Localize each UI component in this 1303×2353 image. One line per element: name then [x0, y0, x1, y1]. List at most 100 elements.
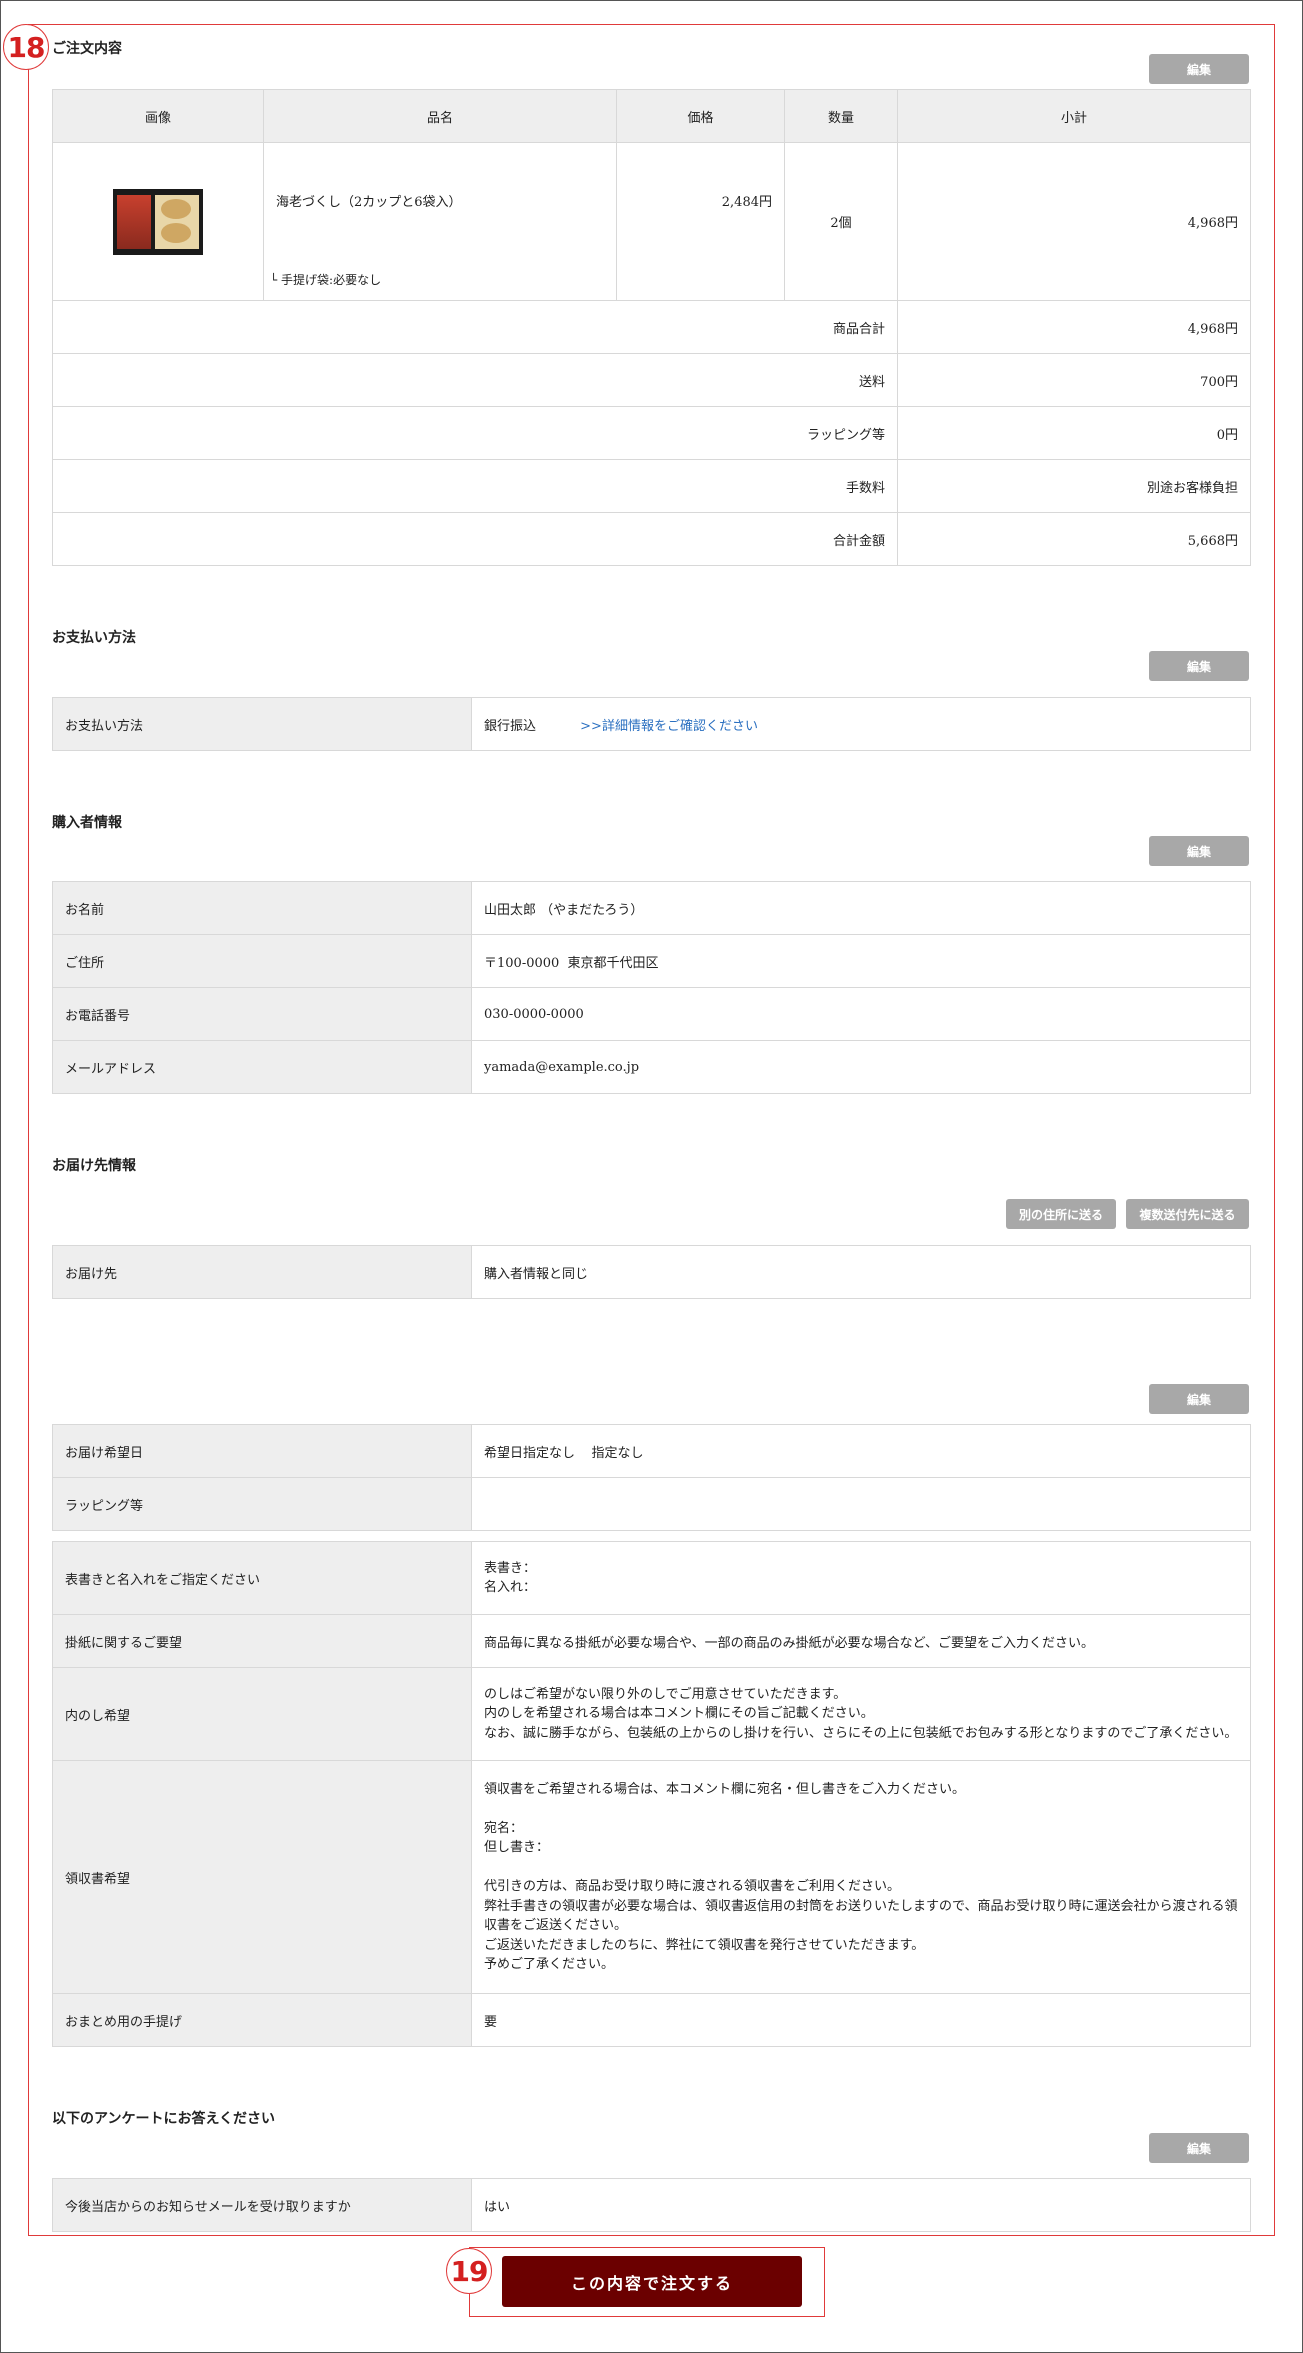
product-price: 2,484円	[616, 142, 785, 301]
product-option: └ 手提げ袋:必要なし	[270, 273, 382, 287]
receipt-line: 弊社手書きの領収書が必要な場合は、領収書返信用の封筒をお送りいたしますので、商品…	[484, 1898, 1238, 1914]
grand-total-value: 5,668円	[897, 512, 1251, 566]
receipt-line: 収書をご返送ください。	[484, 1918, 628, 1933]
col-name: 品名	[263, 89, 617, 143]
receipt-line: 宛名：	[484, 1820, 524, 1836]
buyer-section-title: 購入者情報	[52, 815, 122, 831]
buyer-email-value: yamada@example.co.jp	[471, 1040, 1251, 1094]
wrapping-label: ラッピング等	[52, 406, 898, 460]
payment-edit-button[interactable]: 編集	[1149, 651, 1249, 681]
shipping-value: 700円	[897, 353, 1251, 407]
other-address-button[interactable]: 別の住所に送る	[1006, 1199, 1116, 1229]
table-row: 表書きと名入れをご指定ください 表書き： 名入れ：	[52, 1541, 1251, 1615]
receipt-line: 代引きの方は、商品お受け取り時に渡される領収書をご利用ください。	[484, 1879, 901, 1894]
receipt-line: 領収書をご希望される場合は、本コメント欄に宛名・但し書きをご入力ください。	[484, 1781, 966, 1797]
table-row: お届け希望日 希望日指定なし 指定なし	[52, 1424, 1251, 1478]
buyer-address-label: ご住所	[52, 934, 472, 988]
wrapping-value: 0円	[897, 406, 1251, 460]
fee-value: 別途お客様負担	[897, 459, 1251, 513]
product-name-cell: 海老づくし（2カップと6袋入） └ 手提げ袋:必要なし	[263, 142, 617, 301]
uchinoshi-line: のしはご希望がない限り外のしでご用意させていただきます。	[484, 1686, 847, 1702]
options-edit-button[interactable]: 編集	[1149, 1384, 1249, 1414]
table-row: 送料 700円	[52, 353, 1251, 407]
order-table: 画像 品名 価格 数量 小計 海老づくし（2カップと6袋入） └ 手提げ袋:必要…	[52, 89, 1251, 566]
uchinoshi-line: 内のしを希望される場合は本コメント欄にその旨ご記載ください。	[484, 1706, 874, 1722]
naire-line: 名入れ：	[484, 1580, 537, 1595]
fee-label: 手数料	[52, 459, 898, 513]
delivery-label: お届け先	[52, 1245, 472, 1299]
table-row: メールアドレス yamada@example.co.jp	[52, 1040, 1251, 1094]
buyer-table: お名前 山田太郎 （やまだたろう） ご住所 〒100-0000 東京都千代田区 …	[52, 881, 1251, 1094]
comment-options-table: 表書きと名入れをご指定ください 表書き： 名入れ： 掛紙に関するご要望 商品毎に…	[52, 1541, 1251, 2047]
delivery-table: お届け先 購入者情報と同じ	[52, 1245, 1251, 1299]
table-row: お届け先 購入者情報と同じ	[52, 1245, 1251, 1299]
receipt-label: 領収書希望	[52, 1760, 472, 1994]
survey-question: 今後当店からのお知らせメールを受け取りますか	[52, 2178, 472, 2232]
survey-section-title: 以下のアンケートにお答えください	[52, 2111, 276, 2127]
table-row: おまとめ用の手提げ 要	[52, 1993, 1251, 2047]
table-row: 領収書希望 領収書をご希望される場合は、本コメント欄に宛名・但し書きをご入力くだ…	[52, 1760, 1251, 1994]
kakegami-label: 掛紙に関するご要望	[52, 1614, 472, 1668]
payment-value-cell: 銀行振込 >>詳細情報をご確認ください	[471, 697, 1251, 751]
grand-total-label: 合計金額	[52, 512, 898, 566]
total-label: 商品合計	[52, 300, 898, 354]
buyer-address-value: 〒100-0000 東京都千代田区	[471, 934, 1251, 988]
payment-details-link[interactable]: >>詳細情報をご確認ください	[580, 719, 758, 734]
col-image: 画像	[52, 89, 264, 143]
table-row: 海老づくし（2カップと6袋入） └ 手提げ袋:必要なし 2,484円 2個 4,…	[52, 142, 1251, 301]
col-qty: 数量	[784, 89, 898, 143]
multi-address-button[interactable]: 複数送付先に送る	[1126, 1199, 1249, 1229]
order-table-header: 画像 品名 価格 数量 小計	[52, 89, 1251, 143]
total-value: 4,968円	[897, 300, 1251, 354]
delivery-value: 購入者情報と同じ	[471, 1245, 1251, 1299]
table-row: 手数料 別途お客様負担	[52, 459, 1251, 513]
receipt-line: 但し書き：	[484, 1840, 550, 1855]
delivery-section-title: お届け先情報	[52, 1158, 136, 1174]
col-price: 価格	[616, 89, 785, 143]
noshi-name-label: 表書きと名入れをご指定ください	[52, 1541, 472, 1615]
uchinoshi-line: なお、誠に勝手ながら、包装紙の上からのし掛けを行い、さらにその上に包装紙でお包み…	[484, 1725, 1238, 1741]
noshi-name-value: 表書き： 名入れ：	[471, 1541, 1251, 1615]
product-image[interactable]	[113, 188, 203, 255]
delivery-date-label: お届け希望日	[52, 1424, 472, 1478]
table-row: ラッピング等 0円	[52, 406, 1251, 460]
product-qty: 2個	[784, 142, 898, 301]
buyer-phone-value: 030-0000-0000	[471, 987, 1251, 1041]
table-row: 合計金額 5,668円	[52, 512, 1251, 566]
payment-section-title: お支払い方法	[52, 630, 136, 646]
table-row: 掛紙に関するご要望 商品毎に異なる掛紙が必要な場合や、一部の商品のみ掛紙が必要な…	[52, 1614, 1251, 1668]
order-edit-button[interactable]: 編集	[1149, 54, 1249, 84]
survey-answer: はい	[471, 2178, 1251, 2232]
buyer-edit-button[interactable]: 編集	[1149, 836, 1249, 866]
wrapping-option-value	[471, 1477, 1251, 1531]
payment-label: お支払い方法	[52, 697, 472, 751]
survey-edit-button[interactable]: 編集	[1149, 2133, 1249, 2163]
buyer-name-value: 山田太郎 （やまだたろう）	[471, 881, 1251, 935]
annotation-marker-18: 18	[3, 24, 49, 70]
delivery-options-table: お届け希望日 希望日指定なし 指定なし ラッピング等	[52, 1424, 1251, 1531]
survey-table: 今後当店からのお知らせメールを受け取りますか はい	[52, 2178, 1251, 2232]
receipt-line: ご返送いただきましたのちに、弊社にて領収書を発行させていただきます。	[484, 1937, 925, 1953]
kakegami-value: 商品毎に異なる掛紙が必要な場合や、一部の商品のみ掛紙が必要な場合など、ご要望をご…	[471, 1614, 1251, 1668]
payment-value: 銀行振込	[484, 718, 537, 734]
annotation-marker-19: 19	[446, 2248, 492, 2294]
table-row: 今後当店からのお知らせメールを受け取りますか はい	[52, 2178, 1251, 2232]
order-section-title: ご注文内容	[52, 41, 122, 57]
omotegaki-line: 表書き：	[484, 1560, 537, 1576]
table-row: お名前 山田太郎 （やまだたろう）	[52, 881, 1251, 935]
table-row: 商品合計 4,968円	[52, 300, 1251, 354]
shipping-label: 送料	[52, 353, 898, 407]
table-row: ご住所 〒100-0000 東京都千代田区	[52, 934, 1251, 988]
product-name: 海老づくし（2カップと6袋入）	[276, 195, 462, 210]
product-image-cell	[52, 142, 264, 301]
product-subtotal: 4,968円	[897, 142, 1251, 301]
buyer-name-label: お名前	[52, 881, 472, 935]
table-row: お電話番号 030-0000-0000	[52, 987, 1251, 1041]
receipt-value: 領収書をご希望される場合は、本コメント欄に宛名・但し書きをご入力ください。 宛名…	[471, 1760, 1251, 1994]
payment-table: お支払い方法 銀行振込 >>詳細情報をご確認ください	[52, 697, 1251, 751]
uchinoshi-value: のしはご希望がない限り外のしでご用意させていただきます。 内のしを希望される場合…	[471, 1667, 1251, 1761]
buyer-phone-label: お電話番号	[52, 987, 472, 1041]
receipt-line: 予めご了承ください。	[484, 1957, 615, 1972]
wrapping-option-label: ラッピング等	[52, 1477, 472, 1531]
place-order-button[interactable]: この内容で注文する	[502, 2256, 802, 2307]
